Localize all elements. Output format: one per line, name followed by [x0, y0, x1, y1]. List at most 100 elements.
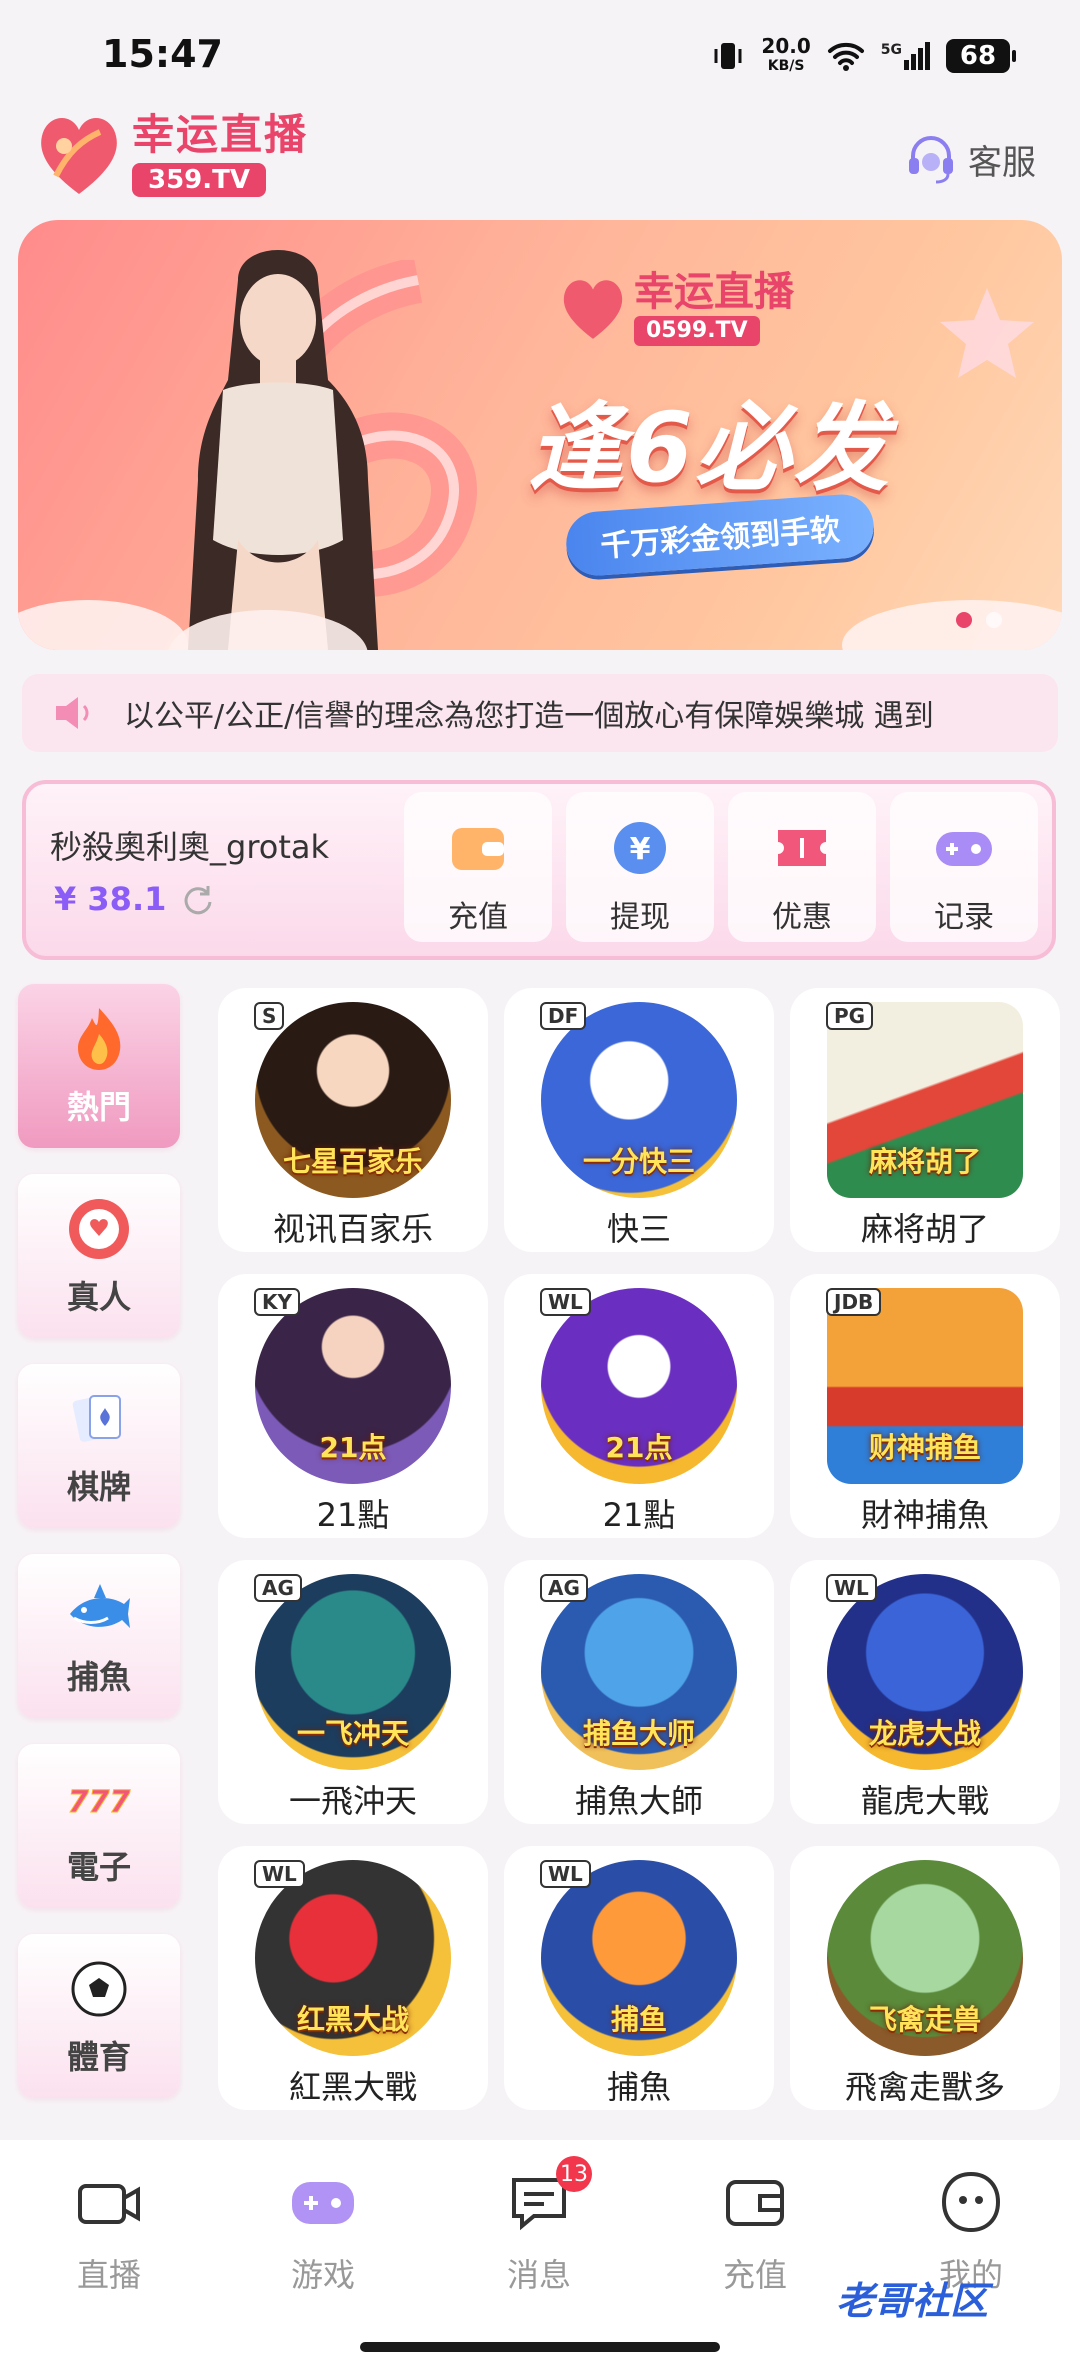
game-card[interactable]: 麻将胡了 PG 麻将胡了: [790, 988, 1060, 1252]
promotions-button[interactable]: 优惠: [728, 792, 876, 942]
game-thumb-text: 捕鱼: [610, 2003, 667, 2036]
game-grid: 七星百家乐 S 视讯百家乐 一分快三 DF 快三 麻将胡了 PG 麻将胡了 21…: [218, 988, 1062, 2110]
customer-service-label: 客服: [968, 142, 1036, 183]
game-card[interactable]: 一飞冲天 AG 一飛沖天: [218, 1560, 488, 1824]
recharge-label: 充值: [448, 900, 508, 935]
nav-games[interactable]: 游戏: [258, 2170, 388, 2296]
nav-label: 消息: [506, 2256, 571, 2294]
headset-icon: [909, 136, 953, 184]
carousel-dot[interactable]: [956, 612, 972, 628]
game-title: 快三: [606, 1210, 671, 1248]
gamepad-icon: [936, 832, 992, 866]
game-card[interactable]: 一分快三 DF 快三: [504, 988, 774, 1252]
game-thumbnail: 捕鱼大师: [541, 1574, 737, 1770]
cloud-decoration: [842, 600, 1062, 650]
category-fishing[interactable]: 捕魚: [18, 1554, 180, 1718]
slot-777-icon: 777: [67, 1785, 131, 1821]
banner-headline: 逢6必发: [528, 392, 891, 504]
game-thumbnail: 一飞冲天: [255, 1574, 451, 1770]
playing-cards-icon: [72, 1395, 121, 1442]
promotions-label: 优惠: [772, 900, 832, 935]
wallet-balance: ¥ 38.1: [54, 880, 214, 918]
status-bar: 15:47 20.0 KB/S 5G 68: [0, 0, 1080, 96]
category-label: 真人: [66, 1278, 131, 1316]
game-card[interactable]: 21点 KY 21點: [218, 1274, 488, 1538]
game-card[interactable]: 龙虎大战 WL 龍虎大戰: [790, 1560, 1060, 1824]
provider-badge: WL: [254, 1860, 305, 1888]
category-label: 體育: [66, 2038, 131, 2076]
nav-live[interactable]: 直播: [44, 2170, 174, 2296]
game-title: 麻将胡了: [860, 1210, 989, 1248]
customer-service-button[interactable]: 客服: [904, 132, 1036, 186]
game-thumb-text: 捕鱼大师: [582, 1717, 695, 1750]
game-title: 紅黑大戰: [288, 2068, 417, 2106]
shark-icon: [70, 1584, 130, 1628]
game-title: 龍虎大戰: [860, 1782, 989, 1820]
provider-badge: DF: [540, 1002, 587, 1030]
game-card[interactable]: 飞禽走兽 飛禽走獸多: [790, 1846, 1060, 2110]
balance-value: ¥ 38.1: [54, 880, 167, 918]
game-card[interactable]: 七星百家乐 S 视讯百家乐: [218, 988, 488, 1252]
vibrate-icon: [714, 43, 742, 69]
game-card[interactable]: 财神捕鱼 JDB 財神捕魚: [790, 1274, 1060, 1538]
model-photo: [188, 250, 378, 650]
svg-text:¥: ¥: [630, 832, 651, 867]
promo-banner[interactable]: 幸运直播 0599.TV 逢6必发 千万彩金领到手软: [18, 220, 1062, 650]
game-title: 一飛沖天: [288, 1782, 417, 1820]
nav-label: 游戏: [290, 2256, 355, 2294]
refresh-icon[interactable]: [180, 882, 214, 916]
game-thumbnail: 捕鱼: [541, 1860, 737, 2056]
category-live[interactable]: 真人: [18, 1174, 180, 1338]
nav-messages[interactable]: 13 消息: [474, 2156, 604, 2296]
cloud-decoration: [18, 600, 188, 650]
heart-logo-icon: [563, 280, 623, 339]
provider-badge: AG: [254, 1574, 302, 1602]
game-thumbnail: 龙虎大战: [827, 1574, 1023, 1770]
game-title: 飛禽走獸多: [844, 2068, 1005, 2106]
provider-badge: WL: [826, 1574, 877, 1602]
cell-signal-icon: 5G: [881, 42, 930, 70]
watermark: 老哥社区: [836, 2279, 989, 2323]
banner-brand-domain: 0599.TV: [634, 316, 760, 346]
unread-badge: 13: [556, 2156, 592, 2192]
game-thumbnail: 21点: [255, 1288, 451, 1484]
bottom-navigation: 直播 游戏 13 消息 充值 我的: [0, 2140, 1080, 2374]
game-title: 21點: [316, 1496, 390, 1534]
game-card[interactable]: 捕鱼 WL 捕魚: [504, 1846, 774, 2110]
game-thumbnail: 21点: [541, 1288, 737, 1484]
category-cards[interactable]: 棋牌: [18, 1364, 180, 1528]
status-time: 15:47: [102, 32, 223, 76]
game-thumbnail: 一分快三: [541, 1002, 737, 1198]
brand-title: 幸运直播: [132, 110, 309, 159]
announcement-text: 以公平/公正/信譽的理念為您打造一個放心有保障娛樂城 遇到: [124, 699, 934, 734]
home-indicator[interactable]: [360, 2342, 720, 2352]
casino-chip-icon: [69, 1199, 129, 1259]
carousel-dot[interactable]: [986, 612, 1002, 628]
game-title: 捕魚大師: [574, 1782, 703, 1820]
nav-label: 直播: [76, 2256, 141, 2294]
wallet-icon: [452, 828, 504, 870]
announcement-marquee[interactable]: 以公平/公正/信譽的理念為您打造一個放心有保障娛樂城 遇到: [22, 674, 1058, 752]
game-thumb-text: 飞禽走兽: [868, 2003, 981, 2036]
records-button[interactable]: 记录: [890, 792, 1038, 942]
recharge-button[interactable]: 充值: [404, 792, 552, 942]
account-panel: 秒殺奧利奧_grotak ¥ 38.1 充值 ¥ 提现 优惠 记录: [22, 780, 1056, 960]
profile-face-icon: [941, 2171, 1001, 2233]
category-slots[interactable]: 777 電子: [18, 1744, 180, 1908]
category-hot[interactable]: 熱門: [18, 984, 180, 1148]
provider-badge: S: [254, 1002, 285, 1030]
withdraw-label: 提现: [610, 900, 670, 935]
banner-brand: 幸运直播 0599.TV: [558, 270, 794, 346]
gamepad-icon: [292, 2182, 354, 2224]
nav-recharge[interactable]: 充值: [690, 2170, 820, 2296]
category-sidebar: 熱門 真人 棋牌 捕魚 777 電子 體育: [18, 984, 184, 2124]
username: 秒殺奧利奧_grotak: [50, 828, 330, 866]
game-thumbnail: 红黑大战: [255, 1860, 451, 2056]
game-thumb-text: 财神捕鱼: [868, 1431, 981, 1464]
withdraw-button[interactable]: ¥ 提现: [566, 792, 714, 942]
game-card[interactable]: 红黑大战 WL 紅黑大戰: [218, 1846, 488, 2110]
wifi-icon: [827, 42, 864, 71]
category-sports[interactable]: 體育: [18, 1934, 180, 2098]
game-card[interactable]: 21点 WL 21點: [504, 1274, 774, 1538]
game-card[interactable]: 捕鱼大师 AG 捕魚大師: [504, 1560, 774, 1824]
